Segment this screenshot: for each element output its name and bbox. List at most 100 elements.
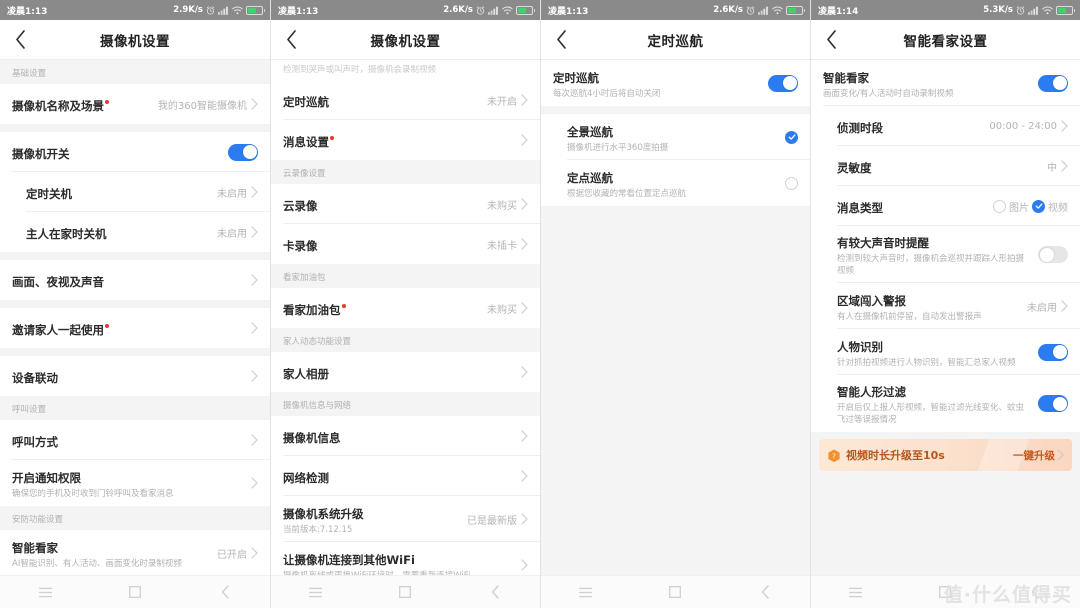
menu-icon[interactable]	[296, 576, 336, 608]
row-title: 定时关机	[26, 186, 72, 201]
square-home-icon[interactable]	[385, 576, 425, 608]
back-chevron-icon[interactable]	[745, 576, 785, 608]
menu-icon[interactable]	[566, 576, 606, 608]
android-navigation-bar	[811, 575, 1080, 608]
row-accessory: 中	[1041, 159, 1068, 174]
settings-row[interactable]: 设备联动	[0, 356, 270, 396]
settings-row[interactable]: 卡录像 未插卡	[271, 224, 540, 264]
settings-row[interactable]: 全景巡航 摄像机进行水平360度拍摄	[541, 114, 810, 160]
section-gap	[0, 124, 270, 132]
settings-row[interactable]: 定时巡航 每次巡航4小时后将自动关闭	[541, 60, 810, 106]
message-type-options[interactable]: 图片 视频	[993, 199, 1068, 214]
settings-list[interactable]: 基础设置 摄像机名称及场景 我的360智能摄像机 摄像机开关 定时关机 未启用 主人在家时关…	[0, 60, 270, 575]
settings-list[interactable]: 定时巡航 每次巡航4小时后将自动关闭 全景巡航 摄像机进行水平360度拍摄 定点巡航 根据…	[541, 60, 810, 575]
settings-row[interactable]: 摄像机开关	[0, 132, 270, 172]
settings-row[interactable]: 摄像机名称及场景 我的360智能摄像机	[0, 84, 270, 124]
settings-list[interactable]: 智能看家 画面变化/有人活动时自动录制视频 侦测时段 00:00 - 24:00 灵敏度…	[811, 60, 1080, 575]
back-button[interactable]	[811, 20, 851, 60]
toggle-switch[interactable]	[1038, 343, 1068, 361]
row-main: 摄像机开关	[12, 137, 222, 168]
square-home-icon[interactable]	[655, 576, 695, 608]
row-description: 根据您收藏的常看位置定点巡航	[567, 188, 687, 199]
settings-row[interactable]: 画面、夜视及声音	[0, 260, 270, 300]
chevron-right-icon	[251, 477, 258, 489]
section-header: 呼叫设置	[0, 396, 270, 420]
row-value: 未购买	[487, 304, 517, 316]
chevron-right-icon	[1057, 449, 1064, 461]
row-title: 让摄像机连接到其他WiFi	[283, 552, 415, 567]
settings-row[interactable]: 灵敏度 中	[811, 146, 1080, 186]
row-title: 人物识别	[837, 339, 883, 354]
menu-icon[interactable]	[836, 576, 876, 608]
settings-row[interactable]: 开启通知权限 确保您的手机及时收到门铃呼叫及看家消息	[0, 460, 270, 506]
back-button[interactable]	[541, 20, 581, 60]
settings-row[interactable]: 区域闯入警报 有人在摄像机前停留，自动发出警报声 未启用	[811, 283, 1080, 329]
row-main: 设备联动	[12, 361, 245, 392]
settings-row[interactable]: 定时巡航 未开启	[271, 80, 540, 120]
row-title: 摄像机系统升级	[283, 506, 364, 521]
toggle-switch[interactable]	[1038, 246, 1068, 263]
row-value: 未开启	[487, 96, 517, 108]
back-chevron-icon[interactable]	[205, 576, 245, 608]
back-button[interactable]	[271, 20, 311, 60]
upgrade-promo-banner[interactable]: ? 视频时长升级至10s 一键升级	[819, 439, 1072, 471]
settings-row[interactable]: 让摄像机连接到其他WiFi 摄像机离线或更换WiFi环境时，需要重新连接WiFi	[271, 542, 540, 575]
toggle-switch[interactable]	[1038, 74, 1068, 92]
back-chevron-icon[interactable]	[475, 576, 515, 608]
settings-row[interactable]: 邀请家人一起使用	[0, 308, 270, 348]
settings-row[interactable]: 家人相册	[271, 352, 540, 392]
selected-check-icon[interactable]	[785, 130, 798, 144]
chevron-right-icon	[251, 186, 258, 198]
network-speed: 2.6K/s	[443, 5, 473, 15]
toggle-switch[interactable]	[228, 143, 258, 161]
settings-row[interactable]: 定时关机 未启用	[0, 172, 270, 212]
settings-row[interactable]: 云录像 未购买	[271, 184, 540, 224]
settings-row[interactable]: 网络检测	[271, 456, 540, 496]
settings-row[interactable]: 摄像机信息	[271, 416, 540, 456]
row-title: 开启通知权限	[12, 470, 81, 485]
network-speed: 2.9K/s	[173, 5, 203, 15]
radio-image-unselected[interactable]	[993, 199, 1006, 213]
row-accessory	[779, 176, 798, 190]
toggle-switch[interactable]	[1038, 395, 1068, 412]
unselected-radio-icon[interactable]	[785, 176, 798, 190]
settings-row[interactable]: 消息类型 图片 视频	[811, 186, 1080, 226]
row-accessory	[779, 130, 798, 144]
row-title: 定时巡航	[553, 70, 599, 85]
row-main: 智能看家 AI智能识别、有人活动、画面变化时录制视频	[12, 531, 211, 576]
back-button[interactable]	[0, 20, 40, 60]
row-title: 主人在家时关机	[26, 226, 107, 241]
settings-row[interactable]: 消息设置	[271, 120, 540, 160]
status-bar-icons: 5.3K/s	[983, 5, 1075, 15]
chevron-right-icon	[251, 370, 258, 382]
promo-cta-label[interactable]: 一键升级	[1013, 448, 1055, 463]
toggle-switch[interactable]	[768, 74, 798, 92]
settings-row[interactable]: 人物识别 针对抓拍视频进行人物识别，智能汇总家人视频	[811, 329, 1080, 375]
settings-row[interactable]: 定点巡航 根据您收藏的常看位置定点巡航	[541, 160, 810, 206]
row-main: 让摄像机连接到其他WiFi 摄像机离线或更换WiFi环境时，需要重新连接WiFi	[283, 543, 515, 576]
row-accessory: 未购买	[481, 301, 528, 316]
square-home-icon[interactable]	[925, 576, 965, 608]
settings-row[interactable]: 有较大声音时提醒 检测到较大声音时，摄像机会巡视并跟踪人形拍摄视频	[811, 226, 1080, 283]
section-header: 摄像机信息与网络	[271, 392, 540, 416]
settings-row[interactable]: 侦测时段 00:00 - 24:00	[811, 106, 1080, 146]
row-value: 未启用	[217, 188, 247, 200]
settings-row[interactable]: 智能看家 AI智能识别、有人活动、画面变化时录制视频 已开启	[0, 530, 270, 575]
square-home-icon[interactable]	[115, 576, 155, 608]
row-main: 消息设置	[283, 125, 515, 156]
back-chevron-icon[interactable]	[1015, 576, 1055, 608]
row-title: 呼叫方式	[12, 434, 58, 449]
radio-video-selected[interactable]	[1032, 199, 1045, 213]
settings-row[interactable]: 智能看家 画面变化/有人活动时自动录制视频	[811, 60, 1080, 106]
row-accessory: 未插卡	[481, 237, 528, 252]
settings-row[interactable]: 看家加油包 未购买	[271, 288, 540, 328]
nav-header: 摄像机设置	[271, 20, 540, 60]
chevron-right-icon	[251, 226, 258, 238]
settings-row[interactable]: 主人在家时关机 未启用	[0, 212, 270, 252]
settings-row[interactable]: 智能人形过滤 开启后仅上报人形视频，智能过滤光线变化、蚊虫飞过等误报情况	[811, 375, 1080, 432]
settings-list[interactable]: 检测到哭声或叫声时，摄像机会录制视频 定时巡航 未开启 消息设置 云录像设置 云录像 未购买…	[271, 60, 540, 575]
menu-icon[interactable]	[25, 576, 65, 608]
settings-row[interactable]: 呼叫方式	[0, 420, 270, 460]
row-main: 摄像机名称及场景	[12, 89, 152, 120]
settings-row[interactable]: 摄像机系统升级 当前版本:7.12.15 已是最新版	[271, 496, 540, 542]
